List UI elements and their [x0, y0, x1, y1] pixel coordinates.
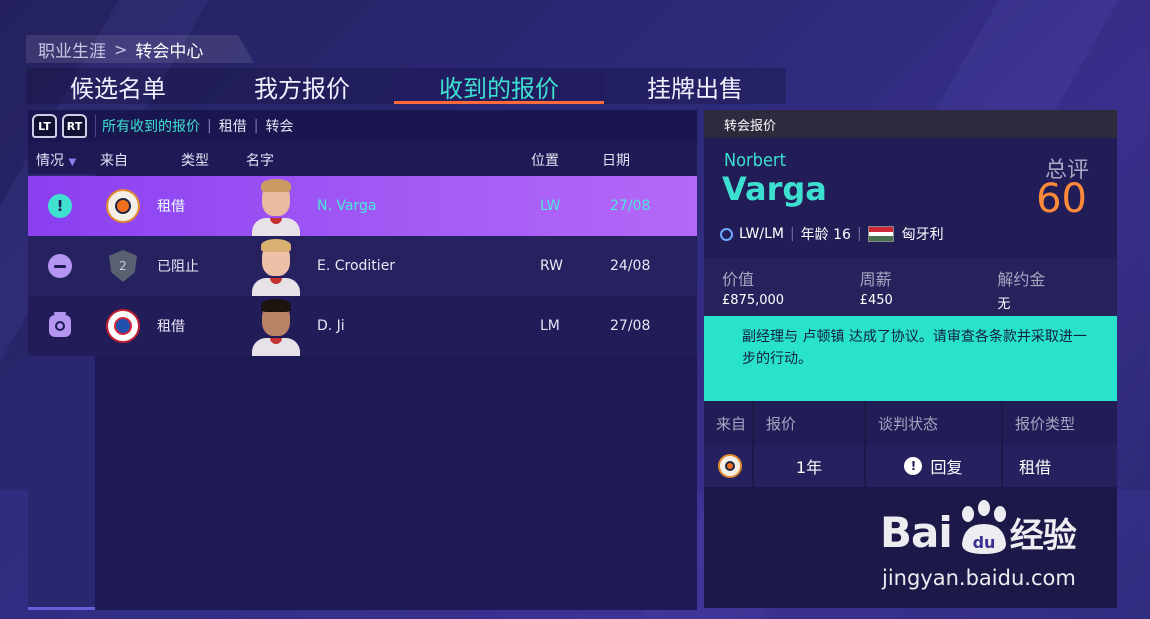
player-name: D. Ji	[317, 318, 345, 334]
column-type[interactable]: 类型	[181, 150, 209, 170]
offers-panel: LT RT 所有收到的报价 | 租借 | 转会 情况 ▼ 来自 类型 名字 位置…	[28, 110, 697, 610]
filter-separator: |	[207, 118, 212, 134]
player-position: LM	[540, 318, 560, 334]
offer-type: 租借	[157, 199, 185, 215]
filter-transfer[interactable]: 转会	[265, 116, 293, 136]
negotiation-status[interactable]: ! 回复	[866, 445, 1003, 487]
filter-divider	[95, 115, 96, 137]
player-position: LW	[540, 198, 561, 214]
offer-date: 27/08	[610, 318, 651, 334]
rt-button-icon[interactable]: RT	[62, 114, 87, 138]
paw-icon: du	[962, 500, 1006, 554]
baidu-watermark: Bai 经验 du jingyan.baidu.com	[880, 500, 1120, 600]
column-from[interactable]: 来自	[100, 150, 128, 170]
header-offer-type: 报价类型	[1003, 401, 1117, 445]
position-dot-icon	[720, 227, 733, 241]
table-row[interactable]: 租借 D. Ji LM 27/08	[28, 296, 697, 356]
player-nation: 匈牙利	[901, 227, 944, 243]
header-negotiation: 谈判状态	[866, 401, 1003, 445]
player-portrait	[248, 296, 304, 356]
breadcrumb-parent[interactable]: 职业生涯	[38, 37, 106, 62]
player-name: N. Varga	[317, 198, 377, 214]
offer-message: 副经理与 卢顿镇 达成了协议。请审查各条款并采取进一步的行动。	[704, 316, 1117, 401]
offer-type: 已阻止	[157, 259, 199, 275]
luton-crest-icon	[718, 454, 742, 478]
player-stats: 价值 £875,000 周薪 £450 解约金 无	[704, 258, 1117, 316]
header-offer: 报价	[754, 401, 866, 445]
status-column-indicator	[28, 607, 95, 610]
timer-icon	[49, 312, 71, 337]
overall-value: 60	[1036, 176, 1087, 222]
player-last-name: Varga	[722, 170, 827, 208]
stat-wage: 周薪 £450	[859, 270, 893, 308]
tab-bar: 候选名单 我方报价 收到的报价 挂牌出售	[26, 68, 786, 104]
filter-separator: |	[253, 118, 259, 134]
detail-header: 转会报价	[704, 110, 1117, 138]
player-age: 年龄 16	[800, 227, 851, 243]
header-from: 来自	[704, 401, 754, 445]
player-portrait	[248, 236, 304, 296]
column-status[interactable]: 情况 ▼	[36, 150, 76, 170]
column-position[interactable]: 位置	[531, 150, 559, 170]
player-card: Norbert Varga 总评 60 LW/LM | 年龄 16 | 匈牙利	[704, 138, 1117, 258]
hungary-flag-icon	[867, 226, 894, 242]
paw-text: du	[973, 533, 996, 552]
breadcrumb: 职业生涯 > 转会中心	[26, 35, 254, 63]
offer-date: 27/08	[610, 198, 651, 214]
column-date[interactable]: 日期	[602, 150, 630, 170]
tab-shortlist[interactable]: 候选名单	[26, 68, 210, 104]
luton-crest-icon	[106, 189, 140, 223]
offer-type: 租借	[157, 319, 185, 335]
blocked-icon	[48, 254, 72, 278]
filter-bar: LT RT 所有收到的报价 | 租借 | 转会	[28, 110, 697, 142]
alert-icon: !	[904, 457, 923, 475]
offer-summary-row: 1年 ! 回复 租借	[704, 445, 1117, 487]
filter-all-received[interactable]: 所有收到的报价	[102, 116, 200, 136]
player-first-name: Norbert	[724, 150, 786, 171]
player-position: RW	[540, 258, 564, 274]
table-row[interactable]: 2 已阻止 E. Croditier RW 24/08	[28, 236, 697, 296]
offer-type-value: 租借	[1003, 445, 1117, 487]
offer-duration: 1年	[754, 445, 866, 487]
alert-icon: !	[48, 194, 72, 218]
offer-summary-table: 来自 报价 谈判状态 报价类型 1年 ! 回复 租借	[704, 401, 1117, 487]
filter-loan[interactable]: 租借	[219, 116, 247, 136]
table-header: 情况 ▼ 来自 类型 名字 位置 日期	[28, 142, 697, 174]
club-crest-icon	[106, 309, 140, 343]
offer-date: 24/08	[610, 258, 651, 274]
breadcrumb-separator: >	[114, 39, 128, 59]
column-name[interactable]: 名字	[246, 150, 274, 170]
watermark-url: jingyan.baidu.com	[882, 566, 1076, 590]
breadcrumb-current: 转会中心	[135, 41, 204, 62]
player-info-line: LW/LM | 年龄 16 | 匈牙利	[720, 224, 944, 244]
player-portrait	[248, 176, 304, 236]
sort-down-icon: ▼	[68, 157, 77, 168]
offer-summary-header: 来自 报价 谈判状态 报价类型	[704, 401, 1117, 445]
stat-value: 价值 £875,000	[722, 270, 785, 308]
tab-received-offers[interactable]: 收到的报价	[394, 68, 604, 104]
tab-my-offers[interactable]: 我方报价	[210, 68, 394, 104]
player-name: E. Croditier	[317, 258, 396, 274]
lt-button-icon[interactable]: LT	[32, 114, 57, 138]
table-row[interactable]: ! 租借 N. Varga LW 27/08	[28, 176, 697, 236]
player-positions: LW/LM	[739, 226, 784, 242]
shield-crest-icon: 2	[109, 250, 137, 282]
tab-transfer-list[interactable]: 挂牌出售	[604, 68, 786, 104]
stat-release-clause: 解约金 无	[997, 270, 1046, 312]
